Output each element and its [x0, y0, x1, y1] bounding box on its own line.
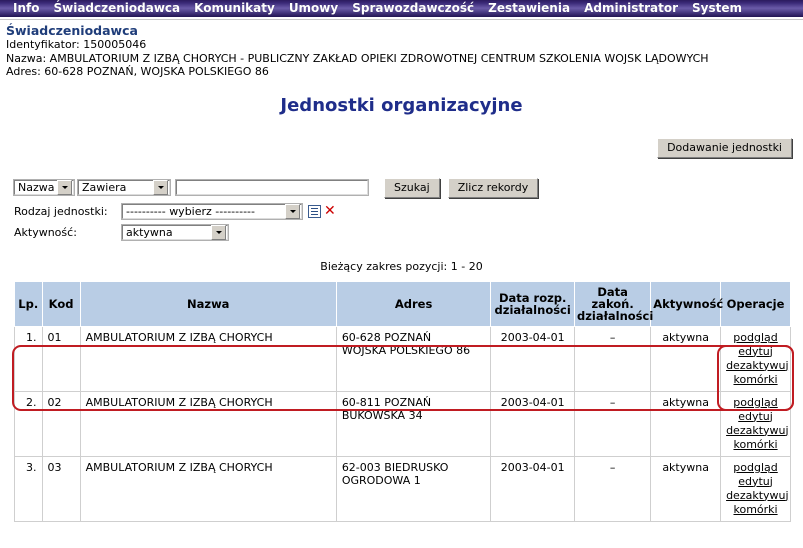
search-field-select[interactable]: Nazwa	[13, 179, 75, 196]
nav-item-zestawienia[interactable]: Zestawienia	[481, 0, 577, 17]
chevron-down-icon	[57, 180, 72, 195]
filter-form: Nazwa Zawiera Szukaj Zlicz rekordy Rodza…	[0, 177, 803, 241]
cell-data-zakon: –	[573, 325, 652, 392]
cell-operacje: podgląd edytuj dezaktywuj komórki	[720, 390, 791, 457]
nav-item-komunikaty[interactable]: Komunikaty	[187, 0, 282, 17]
cell-adres: 60-811 POZNAŃ BUKOWSKA 34	[335, 390, 492, 457]
provider-heading: Świadczeniodawca	[6, 23, 138, 38]
cell-data-rozp: 2003-04-01	[490, 325, 575, 392]
clear-icon[interactable]: ✕	[324, 204, 336, 218]
cell-adres: 62-003 BIEDRUSKO OGRODOWA 1	[335, 455, 492, 522]
col-header-aktywnosc: Aktywność	[650, 280, 723, 327]
cell-adres-line2: OGRODOWA 1	[341, 473, 421, 487]
units-table: Lp. Kod Nazwa Adres Data rozp. działalno…	[14, 280, 791, 522]
units-table-wrapper: Lp. Kod Nazwa Adres Data rozp. działalno…	[0, 280, 803, 522]
chevron-down-icon	[153, 180, 168, 195]
cell-adres-line1: 62-003 BIEDRUSKO	[341, 460, 449, 474]
table-header-row: Lp. Kod Nazwa Adres Data rozp. działalno…	[14, 280, 791, 327]
table-row: 3. 03 AMBULATORIUM Z IZBĄ CHORYCH 62-003…	[14, 455, 791, 522]
op-link-dezaktywuj[interactable]: dezaktywuj	[726, 489, 788, 503]
cell-nazwa: AMBULATORIUM Z IZBĄ CHORYCH	[79, 390, 337, 457]
provider-info-block: Świadczeniodawca Identyfikator: 15000504…	[0, 20, 803, 79]
nav-item-swiadczeniodawca[interactable]: Świadczeniodawca	[46, 0, 187, 17]
page-title: Jednostki organizacyjne	[280, 94, 523, 116]
cell-aktywnosc: aktywna	[650, 390, 722, 457]
cell-data-rozp: 2003-04-01	[490, 390, 575, 457]
count-records-button[interactable]: Zlicz rekordy	[447, 177, 539, 198]
provider-name: Nazwa: AMBULATORIUM Z IZBĄ CHORYCH - PUB…	[6, 51, 709, 65]
op-link-dezaktywuj[interactable]: dezaktywuj	[726, 359, 788, 373]
cell-data-zakon: –	[573, 390, 652, 457]
col-header-nazwa: Nazwa	[79, 280, 337, 327]
chevron-down-icon	[285, 203, 300, 219]
op-link-podglad[interactable]: podgląd	[726, 331, 785, 345]
op-link-komorki[interactable]: komórki	[726, 503, 785, 517]
op-link-edytuj[interactable]: edytuj	[726, 475, 785, 489]
main-navigation-bar: Info Świadczeniodawca Komunikaty Umowy S…	[0, 0, 803, 17]
op-link-podglad[interactable]: podgląd	[726, 396, 785, 410]
provider-identifier: Identyfikator: 150005046	[6, 38, 147, 51]
chevron-down-icon	[211, 224, 226, 240]
col-header-data-rozp: Data rozp. działalności	[490, 280, 575, 327]
cell-data-zakon: –	[573, 455, 652, 522]
col-header-operacje: Operacje	[720, 280, 791, 327]
provider-address: Adres: 60-628 POZNAŃ, WOJSKA POLSKIEGO 8…	[6, 65, 269, 78]
search-operator-select[interactable]: Zawiera	[77, 179, 171, 196]
search-input[interactable]	[175, 179, 369, 196]
search-button[interactable]: Szukaj	[384, 177, 440, 198]
cell-operacje: podgląd edytuj dezaktywuj komórki	[720, 455, 791, 522]
nav-item-system[interactable]: System	[685, 0, 749, 17]
cell-adres-line1: 60-811 POZNAŃ	[341, 395, 432, 409]
col-header-kod: Kod	[41, 280, 81, 327]
nav-item-administrator[interactable]: Administrator	[577, 0, 685, 17]
nav-item-info[interactable]: Info	[6, 0, 46, 17]
cell-lp: 2.	[14, 390, 43, 457]
col-header-lp: Lp.	[14, 280, 43, 327]
activity-select[interactable]: aktywna	[121, 223, 229, 241]
cell-kod: 03	[41, 455, 81, 522]
cell-adres-line1: 60-628 POZNAŃ	[341, 330, 432, 344]
cell-data-rozp: 2003-04-01	[490, 455, 575, 522]
col-header-data-zakon: Data zakoń. działalności	[573, 280, 653, 327]
activity-label: Aktywność:	[14, 225, 77, 239]
nav-item-sprawozdawczosc[interactable]: Sprawozdawczość	[345, 0, 481, 17]
search-row: Nazwa Zawiera Szukaj Zlicz rekordy	[13, 177, 803, 198]
cell-operacje: podgląd edytuj dezaktywuj komórki	[720, 325, 791, 392]
cell-lp: 3.	[14, 455, 43, 522]
result-range-label: Bieżący zakres pozycji: 1 - 20	[320, 259, 483, 273]
op-link-edytuj[interactable]: edytuj	[726, 410, 785, 424]
col-header-adres: Adres	[335, 280, 492, 327]
unit-type-select[interactable]: ---------- wybierz ----------	[121, 202, 303, 220]
unit-type-row: Rodzaj jednostki: ---------- wybierz ---…	[14, 202, 803, 220]
op-link-podglad[interactable]: podgląd	[726, 461, 785, 475]
cell-nazwa: AMBULATORIUM Z IZBĄ CHORYCH	[79, 455, 337, 522]
cell-adres-line2: WOJSKA POLSKIEGO 86	[341, 343, 471, 357]
nav-item-umowy[interactable]: Umowy	[282, 0, 345, 17]
cell-aktywnosc: aktywna	[650, 325, 722, 392]
cell-kod: 01	[41, 325, 81, 392]
cell-kod: 02	[41, 390, 81, 457]
op-link-edytuj[interactable]: edytuj	[726, 345, 785, 359]
cell-nazwa: AMBULATORIUM Z IZBĄ CHORYCH	[79, 325, 337, 392]
cell-aktywnosc: aktywna	[650, 455, 722, 522]
unit-type-label: Rodzaj jednostki:	[14, 204, 108, 218]
add-unit-button-row: Dodawanie jednostki	[0, 137, 803, 158]
op-link-komorki[interactable]: komórki	[726, 373, 785, 387]
list-icon[interactable]	[308, 204, 321, 218]
table-row: 1. 01 AMBULATORIUM Z IZBĄ CHORYCH 60-628…	[14, 325, 791, 392]
table-row: 2. 02 AMBULATORIUM Z IZBĄ CHORYCH 60-811…	[14, 390, 791, 457]
cell-adres-line2: BUKOWSKA 34	[341, 408, 423, 422]
cell-adres: 60-628 POZNAŃ WOJSKA POLSKIEGO 86	[335, 325, 492, 392]
op-link-komorki[interactable]: komórki	[726, 438, 785, 452]
cell-lp: 1.	[14, 325, 43, 392]
op-link-dezaktywuj[interactable]: dezaktywuj	[726, 424, 788, 438]
activity-row: Aktywność: aktywna	[14, 223, 803, 241]
add-unit-button[interactable]: Dodawanie jednostki	[657, 137, 792, 158]
